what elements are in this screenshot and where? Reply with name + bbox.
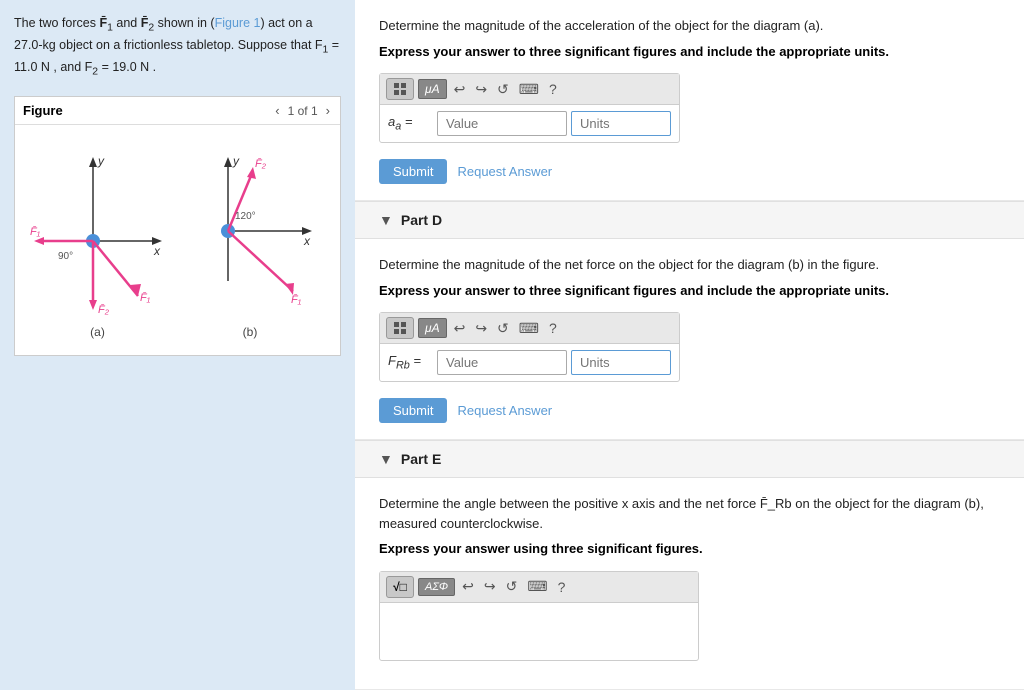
svg-text:y: y: [97, 154, 105, 168]
figure-canvas: y x F̄₁ F̄₂: [15, 125, 340, 355]
grid-icon: [393, 321, 407, 335]
part-e-answer-box: √□ ΑΣΦ ↩ ↪ ↺ ⌨ ?: [379, 571, 699, 661]
part-e-help-icon[interactable]: ?: [555, 577, 569, 597]
part-d-keyboard-icon[interactable]: ⌨: [516, 318, 542, 339]
part-c-block: Determine the magnitude of the accelerat…: [355, 0, 1024, 201]
diagram-a-svg: y x F̄₁ F̄₂: [28, 151, 168, 321]
part-d-input-row: FRb =: [380, 344, 679, 381]
part-e-sigma-btn[interactable]: ΑΣΦ: [418, 578, 455, 596]
part-e-redo-icon[interactable]: ↪: [481, 576, 499, 597]
grid-icon: [393, 82, 407, 96]
part-d-input-label: FRb =: [388, 353, 433, 372]
svg-text:F̄₁: F̄₁: [140, 292, 151, 305]
part-d-units-input[interactable]: [571, 350, 671, 375]
figure-label: Figure: [23, 103, 63, 118]
part-d-block: Determine the magnitude of the net force…: [355, 239, 1024, 440]
part-c-bold-instruction: Express your answer to three significant…: [379, 42, 1000, 62]
part-d-mu-btn[interactable]: μA: [418, 318, 447, 338]
svg-text:F̄₁: F̄₁: [30, 226, 41, 239]
part-e-header: ▼ Part E: [355, 440, 1024, 478]
part-e-undo-icon[interactable]: ↩: [459, 576, 477, 597]
part-d-toggle[interactable]: ▼: [379, 212, 393, 228]
part-e-block: Determine the angle between the positive…: [355, 478, 1024, 690]
part-c-request-answer-btn[interactable]: Request Answer: [457, 164, 552, 179]
diagram-b-caption: (b): [243, 325, 258, 339]
part-d-reset-icon[interactable]: ↺: [494, 318, 512, 339]
part-c-grid-icon-btn[interactable]: [386, 78, 414, 100]
part-e-toolbar: √□ ΑΣΦ ↩ ↪ ↺ ⌨ ?: [380, 572, 698, 603]
svg-text:F̄₂: F̄₂: [98, 304, 110, 317]
figure-nav: ‹ 1 of 1 ›: [273, 103, 332, 118]
part-c-btn-row: Submit Request Answer: [379, 159, 1000, 184]
part-e-sqrt-btn[interactable]: √□: [386, 576, 414, 598]
svg-text:90°: 90°: [58, 251, 73, 262]
part-c-toolbar: μA ↩ ↪ ↺ ⌨ ?: [380, 74, 679, 105]
part-e-reset-icon[interactable]: ↺: [503, 576, 521, 597]
part-c-input-row: aa =: [380, 105, 679, 142]
part-c-reset-icon[interactable]: ↺: [494, 79, 512, 100]
right-panel: Determine the magnitude of the accelerat…: [355, 0, 1024, 690]
part-e-toggle[interactable]: ▼: [379, 451, 393, 467]
figure-prev-btn[interactable]: ‹: [273, 103, 281, 118]
diagram-b-svg: y x F̄₂ F̄₁ 120°: [173, 151, 328, 321]
part-c-undo-icon[interactable]: ↩: [451, 79, 469, 100]
part-e-keyboard-icon[interactable]: ⌨: [524, 576, 550, 597]
left-panel: The two forces F̄1 and F̄2 shown in (Fig…: [0, 0, 355, 690]
part-d-btn-row: Submit Request Answer: [379, 398, 1000, 423]
svg-text:F̄₁: F̄₁: [291, 294, 302, 307]
part-c-instructions: Determine the magnitude of the accelerat…: [379, 16, 1000, 36]
part-c-help-icon[interactable]: ?: [546, 79, 560, 99]
part-d-request-answer-btn[interactable]: Request Answer: [457, 403, 552, 418]
diagram-a-caption: (a): [90, 325, 105, 339]
part-d-header: ▼ Part D: [355, 201, 1024, 239]
diagram-a: y x F̄₁ F̄₂: [28, 151, 168, 339]
part-c-units-input[interactable]: [571, 111, 671, 136]
part-d-toolbar: μA ↩ ↪ ↺ ⌨ ?: [380, 313, 679, 344]
svg-text:x: x: [303, 234, 311, 248]
figure-section: Figure ‹ 1 of 1 › y x: [14, 96, 341, 356]
part-c-submit-btn[interactable]: Submit: [379, 159, 447, 184]
problem-text: The two forces F̄1 and F̄2 shown in (Fig…: [14, 14, 341, 80]
diagram-b: y x F̄₂ F̄₁ 120°: [173, 151, 328, 339]
part-e-instructions: Determine the angle between the positive…: [379, 494, 1000, 533]
part-c-redo-icon[interactable]: ↪: [472, 79, 490, 100]
part-e-bold-instruction: Express your answer using three signific…: [379, 539, 1000, 559]
part-c-mu-btn[interactable]: μA: [418, 79, 447, 99]
part-d-instructions: Determine the magnitude of the net force…: [379, 255, 1000, 275]
part-d-answer-box: μA ↩ ↪ ↺ ⌨ ? FRb =: [379, 312, 680, 382]
part-d-value-input[interactable]: [437, 350, 567, 375]
part-e-textarea[interactable]: [388, 609, 688, 651]
part-d-redo-icon[interactable]: ↪: [472, 318, 490, 339]
part-c-keyboard-icon[interactable]: ⌨: [516, 79, 542, 100]
part-d-submit-btn[interactable]: Submit: [379, 398, 447, 423]
part-c-input-label: aa =: [388, 114, 433, 133]
part-e-label: Part E: [401, 451, 441, 467]
svg-text:120°: 120°: [235, 211, 256, 222]
part-c-value-input[interactable]: [437, 111, 567, 136]
part-d-grid-icon-btn[interactable]: [386, 317, 414, 339]
figure-next-btn[interactable]: ›: [324, 103, 332, 118]
part-d-help-icon[interactable]: ?: [546, 318, 560, 338]
part-d-undo-icon[interactable]: ↩: [451, 318, 469, 339]
figure-page: 1 of 1: [288, 104, 318, 118]
part-d-label: Part D: [401, 212, 442, 228]
svg-text:y: y: [232, 154, 240, 168]
part-d-bold-instruction: Express your answer to three significant…: [379, 281, 1000, 301]
part-c-answer-box: μA ↩ ↪ ↺ ⌨ ? aa =: [379, 73, 680, 143]
part-e-input-area: [380, 603, 698, 660]
svg-text:F̄₂: F̄₂: [255, 158, 267, 171]
figure-link[interactable]: Figure 1: [215, 16, 261, 30]
figure-header: Figure ‹ 1 of 1 ›: [15, 97, 340, 125]
sqrt-icon: √□: [393, 580, 407, 594]
svg-text:x: x: [153, 244, 161, 258]
